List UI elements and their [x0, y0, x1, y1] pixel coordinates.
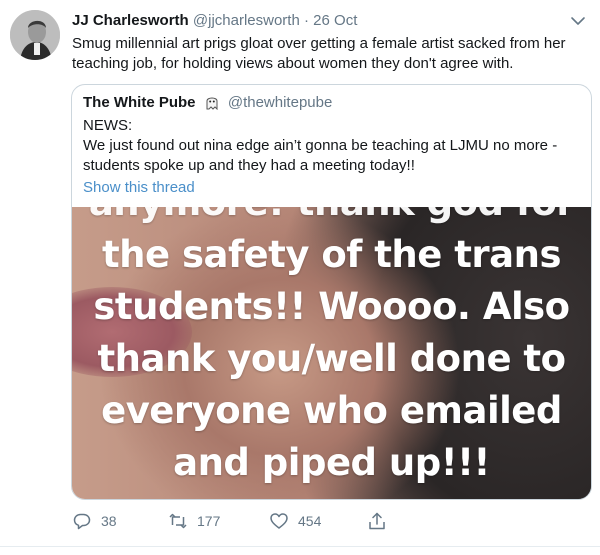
chevron-down-icon[interactable]	[570, 13, 586, 29]
separator-dot: ·	[304, 12, 309, 29]
like-button[interactable]: 454	[269, 509, 321, 533]
share-button[interactable]	[367, 509, 387, 533]
tweet[interactable]: JJ Charlesworth @jjcharlesworth · 26 Oct…	[0, 0, 600, 555]
action-bar: 38 177 454	[72, 509, 592, 533]
quoted-author-name: The White Pube	[83, 94, 196, 111]
quoted-media-image[interactable]: anymore! thank god for the safety of the…	[72, 207, 591, 499]
author-name[interactable]: JJ Charlesworth	[72, 12, 189, 29]
quoted-author-handle: @thewhitepube	[227, 94, 333, 111]
image-caption-line: anymore! thank god for	[72, 207, 591, 229]
image-caption-line: and piped up!!!	[173, 441, 490, 484]
reply-icon	[73, 513, 91, 530]
share-icon	[369, 512, 385, 530]
reply-button[interactable]: 38	[72, 509, 117, 533]
image-caption-line: everyone who emailed	[101, 389, 562, 432]
quoted-tweet[interactable]: The White Pube @thewhitepube NEWS: We ju…	[71, 84, 592, 500]
quoted-text: NEWS: We just found out nina edge ain’t …	[83, 116, 583, 176]
retweet-button[interactable]: 177	[168, 509, 220, 533]
tweet-text: Smug millennial art prigs gloat over get…	[72, 35, 566, 72]
ghost-emoji-icon	[206, 97, 218, 110]
author-handle[interactable]: @jjcharlesworth	[193, 12, 300, 29]
show-thread-link[interactable]: Show this thread	[83, 178, 195, 198]
image-caption-line: students!! Woooo. Also	[93, 285, 570, 328]
avatar-photo	[10, 10, 60, 60]
quoted-text-line: NEWS:	[83, 117, 133, 134]
retweet-count: 177	[197, 513, 221, 529]
avatar[interactable]	[10, 10, 60, 60]
quoted-text-line: We just found out nina edge ain’t gonna …	[83, 137, 558, 174]
quoted-header: The White Pube @thewhitepube	[83, 93, 332, 113]
like-count: 454	[298, 513, 322, 529]
image-caption-line: the safety of the trans	[101, 233, 562, 276]
divider	[0, 546, 600, 547]
image-caption-line: thank you/well done to	[97, 337, 566, 380]
reply-count: 38	[101, 513, 117, 529]
tweet-date[interactable]: 26 Oct	[313, 12, 357, 29]
heart-icon	[270, 513, 288, 529]
retweet-icon	[169, 513, 187, 529]
tweet-header: JJ Charlesworth @jjcharlesworth · 26 Oct	[72, 11, 592, 33]
